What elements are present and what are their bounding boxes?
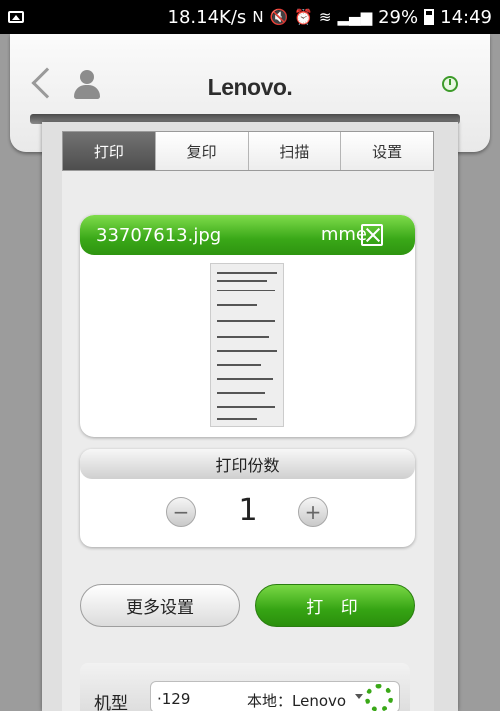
- more-settings-button[interactable]: 更多设置: [80, 584, 240, 627]
- image-notification-icon: [8, 11, 24, 23]
- battery-percent: 29%: [378, 6, 419, 28]
- tab-settings[interactable]: 设置: [340, 132, 433, 170]
- file-card: 33707613.jpg mme: [80, 215, 415, 437]
- thumb-line: [217, 336, 269, 338]
- tab-bar: 打印 复印 扫描 设置: [62, 131, 434, 171]
- tab-copy[interactable]: 复印: [154, 132, 248, 170]
- mute-icon: 🔇: [269, 8, 289, 26]
- brand-logo: Lenovo.: [207, 74, 293, 100]
- network-speed: 18.14K/s: [167, 6, 247, 28]
- thumb-line: [217, 364, 261, 366]
- clock: 14:49: [440, 6, 492, 28]
- thumb-line: [217, 272, 277, 274]
- copies-count: 1: [238, 493, 258, 528]
- print-button[interactable]: 打 印: [255, 584, 415, 627]
- model-ip: ·129: [157, 690, 191, 708]
- alarm-icon: ⏰: [294, 8, 313, 26]
- status-right: 18.14K/s N 🔇 ⏰ ≋ ▂▄▆ 29% 14:49: [168, 7, 492, 28]
- expand-icon[interactable]: [361, 224, 383, 246]
- file-name: 33707613.jpg: [96, 224, 222, 246]
- nfc-icon: N: [252, 8, 264, 26]
- wifi-icon: ≋: [318, 8, 332, 26]
- thumb-line: [217, 392, 265, 394]
- thumb-line: [217, 406, 275, 408]
- decrease-copies-button[interactable]: −: [166, 497, 196, 527]
- thumb-line: [217, 378, 273, 380]
- thumb-line: [217, 304, 257, 306]
- thumb-line: [217, 280, 267, 282]
- status-bar: 18.14K/s N 🔇 ⏰ ≋ ▂▄▆ 29% 14:49: [0, 0, 500, 34]
- increase-copies-button[interactable]: +: [298, 497, 328, 527]
- copies-card: 打印份数 − 1 +: [80, 449, 415, 547]
- tab-scan[interactable]: 扫描: [247, 132, 341, 170]
- model-card: 机型 ·129 本地：Lenovo: [80, 663, 410, 711]
- thumb-line: [217, 418, 257, 420]
- power-icon[interactable]: [442, 76, 458, 92]
- document-thumbnail[interactable]: [210, 263, 284, 427]
- thumb-line: [217, 290, 275, 291]
- chevron-down-icon[interactable]: [355, 694, 363, 699]
- tab-print[interactable]: 打印: [63, 132, 155, 170]
- signal-icon: ▂▄▆: [337, 8, 373, 26]
- copies-title: 打印份数: [80, 449, 415, 479]
- loading-spinner-icon: [365, 684, 393, 711]
- file-title-bar[interactable]: 33707613.jpg mme: [80, 215, 415, 255]
- thumb-line: [217, 350, 277, 352]
- model-select[interactable]: ·129 本地：Lenovo: [150, 681, 400, 711]
- thumb-line: [217, 320, 275, 322]
- model-label: 机型: [94, 694, 128, 711]
- battery-icon: [424, 9, 435, 25]
- model-local: 本地：Lenovo: [247, 692, 347, 710]
